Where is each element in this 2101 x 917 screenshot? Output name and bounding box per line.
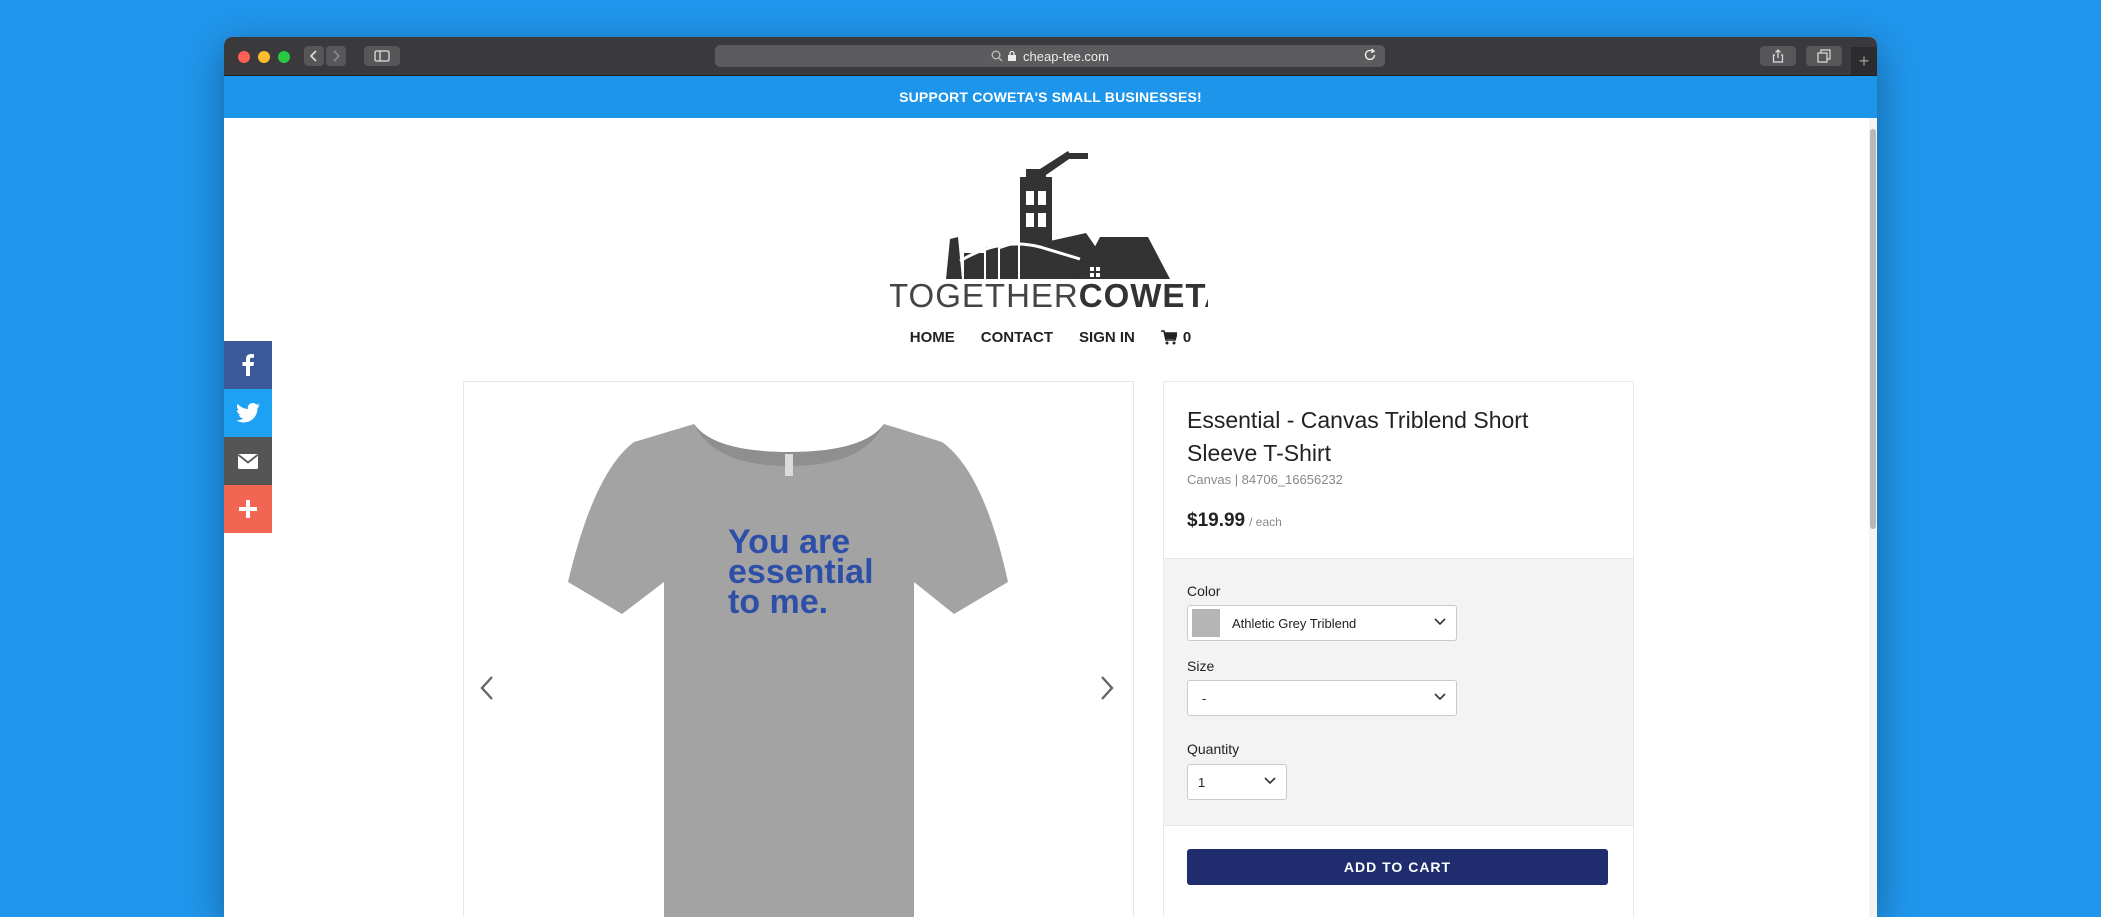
price-amount: $19.99 [1187, 510, 1246, 531]
gallery-next-arrow-icon[interactable] [1098, 674, 1116, 702]
chevron-right-icon [333, 50, 341, 62]
quantity-value: 1 [1198, 774, 1206, 790]
browser-window: cheap-tee.com + SUPPORT COWETA'S SMALL B… [224, 37, 1877, 917]
add-to-cart-button[interactable]: ADD TO CART [1187, 849, 1608, 885]
main-nav: HOME CONTACT SIGN IN 0 [224, 329, 1877, 346]
chevron-left-icon [309, 50, 317, 62]
nav-sign-in[interactable]: SIGN IN [1079, 329, 1135, 346]
tabs-icon [1817, 49, 1831, 63]
color-label: Color [1187, 583, 1221, 599]
banner-text: SUPPORT COWETA'S SMALL BUSINESSES! [899, 89, 1202, 105]
gallery-prev-arrow-icon[interactable] [478, 674, 496, 702]
sidebar-toggle-button[interactable] [364, 46, 400, 66]
skyline-logo-icon: TOGETHERCOWETA [888, 151, 1228, 314]
svg-text:TOGETHERCOWETA: TOGETHERCOWETA [890, 277, 1208, 314]
social-share-bar [224, 341, 272, 533]
sidebar-icon [374, 50, 390, 62]
share-icon [1772, 49, 1784, 63]
chevron-down-icon [1434, 693, 1446, 701]
nav-home[interactable]: HOME [910, 329, 955, 346]
tab-overview-button[interactable] [1806, 46, 1842, 66]
new-tab-button[interactable]: + [1851, 47, 1877, 75]
product-price: $19.99/ each [1187, 510, 1282, 532]
shopping-cart-icon [1160, 330, 1177, 345]
browser-titlebar: cheap-tee.com + [224, 37, 1877, 76]
color-value: Athletic Grey Triblend [1232, 615, 1357, 631]
product-details-panel: Essential - Canvas Triblend Short Sleeve… [1163, 381, 1634, 917]
size-value: - [1202, 690, 1207, 706]
quantity-label: Quantity [1187, 741, 1240, 757]
lock-icon [1008, 50, 1016, 61]
product-options: Color Athletic Grey Triblend Size - Quan… [1164, 558, 1633, 826]
reload-icon[interactable] [1363, 48, 1377, 62]
product-sku: Canvas | 84706_16656232 [1187, 472, 1343, 487]
price-unit: / each [1249, 515, 1282, 529]
facebook-icon [242, 354, 254, 376]
color-select[interactable]: Athletic Grey Triblend [1187, 605, 1457, 641]
chevron-down-icon [1264, 777, 1276, 785]
size-label: Size [1187, 658, 1215, 674]
search-icon [991, 50, 1003, 62]
announcement-banner: SUPPORT COWETA'S SMALL BUSINESSES! [224, 76, 1877, 118]
color-swatch [1192, 609, 1220, 637]
url-text: cheap-tee.com [1023, 48, 1109, 64]
back-button[interactable] [304, 46, 324, 66]
product-title: Essential - Canvas Triblend Short Sleeve… [1187, 407, 1529, 466]
close-window-button[interactable] [238, 51, 250, 63]
logo-word-coweta: COWETA [1079, 277, 1208, 314]
twitter-icon [236, 403, 260, 423]
share-button[interactable] [1760, 46, 1796, 66]
quantity-select[interactable]: 1 [1187, 764, 1287, 800]
email-share-button[interactable] [224, 437, 272, 485]
tshirt-image: You are essential to me. [568, 424, 1008, 917]
nav-contact[interactable]: CONTACT [981, 329, 1053, 346]
zoom-window-button[interactable] [278, 51, 290, 63]
address-bar[interactable]: cheap-tee.com [715, 45, 1385, 67]
size-select[interactable]: - [1187, 680, 1457, 716]
nav-cart[interactable]: 0 [1160, 329, 1192, 346]
twitter-share-button[interactable] [224, 389, 272, 437]
logo-word-together: TOGETHER [890, 277, 1079, 314]
envelope-icon [238, 453, 258, 469]
plus-icon: + [1858, 50, 1870, 71]
chevron-down-icon [1434, 618, 1446, 626]
site-logo[interactable]: TOGETHERCOWETA [888, 129, 1228, 321]
facebook-share-button[interactable] [224, 341, 272, 389]
cart-count: 0 [1182, 329, 1192, 346]
minimize-window-button[interactable] [258, 51, 270, 63]
forward-button[interactable] [326, 46, 346, 66]
plus-icon [239, 500, 257, 518]
shirt-print-line-3: to me. [728, 583, 828, 621]
product-image-gallery: You are essential to me. [463, 381, 1134, 917]
more-share-button[interactable] [224, 485, 272, 533]
